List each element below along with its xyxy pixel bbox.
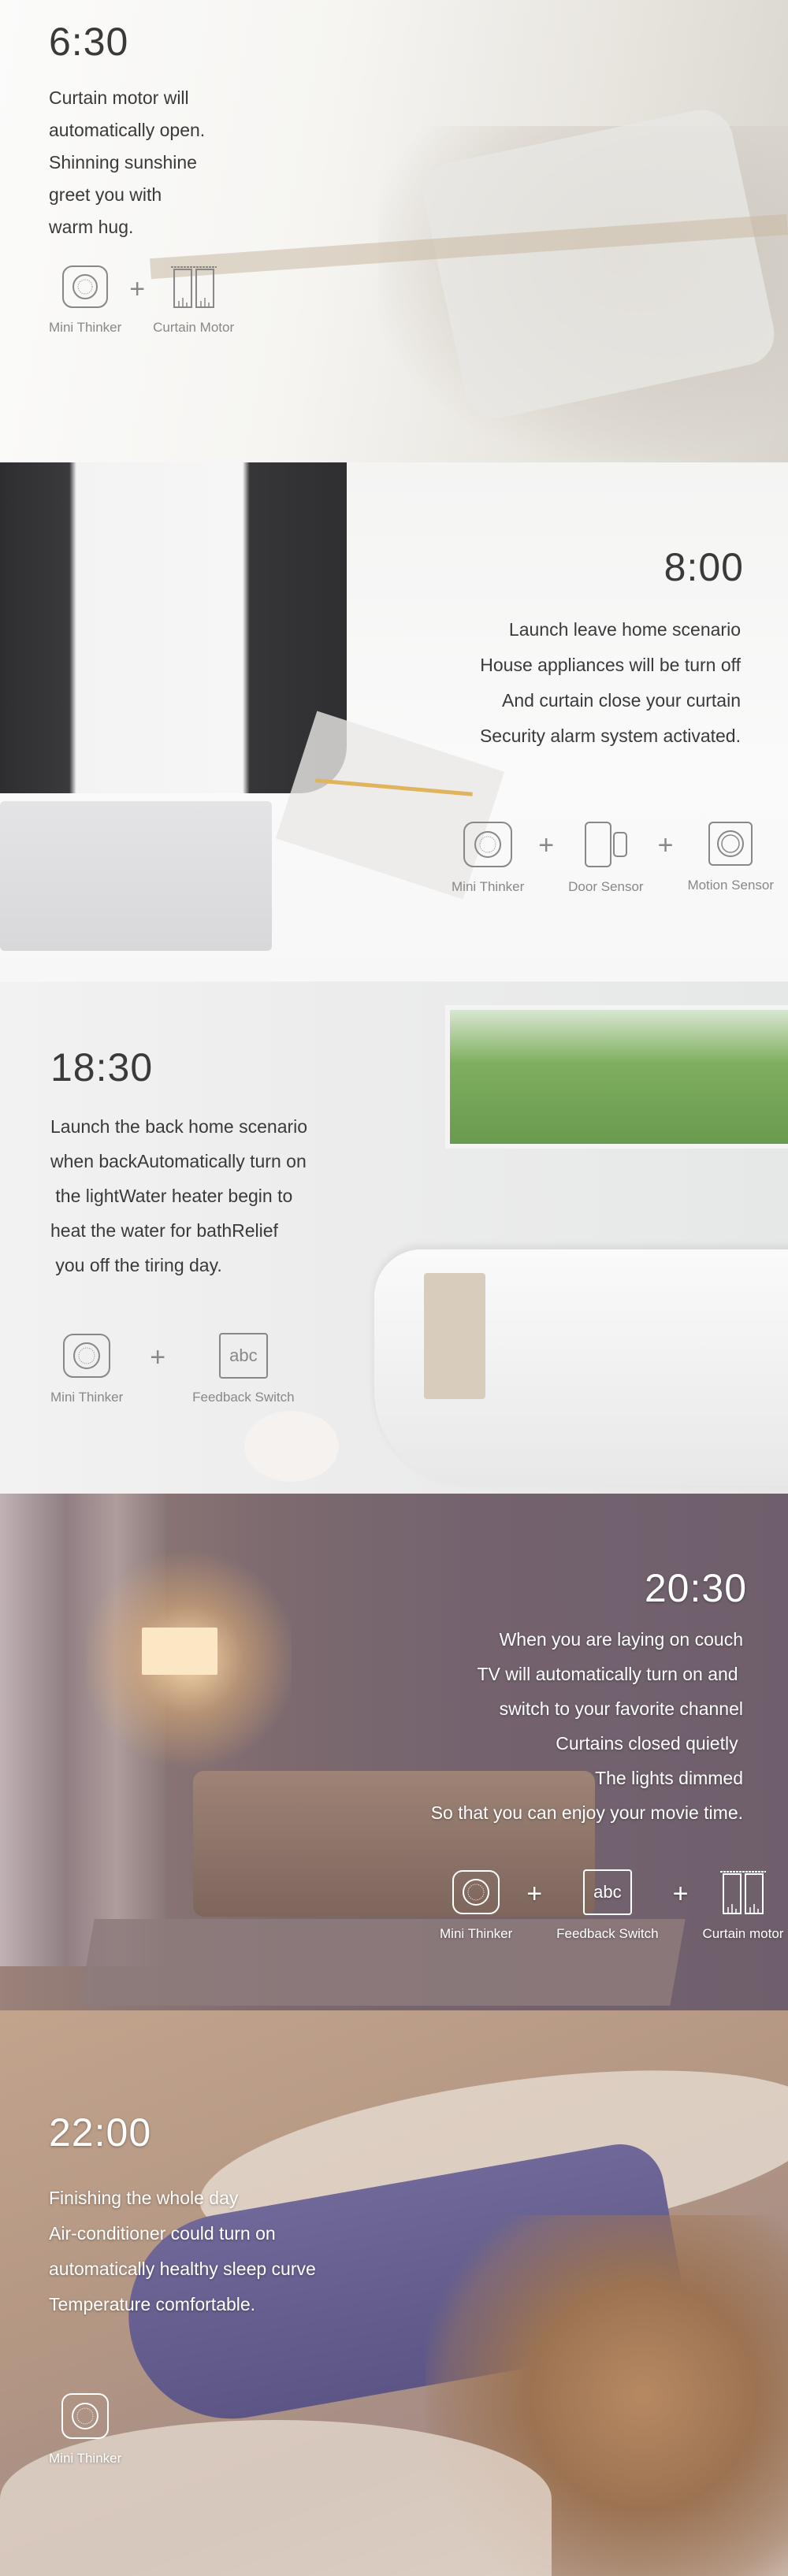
feedback-switch-icon: abc (582, 1869, 632, 1915)
scene-2030: 20:30 When you are laying on couch TV wil… (0, 1494, 788, 2010)
device-list: Mini Thinker + abc Feedback Switch + Cur… (440, 1869, 783, 1942)
description-line: The lights dimmed (595, 1768, 743, 1788)
plus-sign: + (538, 830, 555, 860)
scene-description: When you are laying on couch TV will auto… (431, 1622, 743, 1830)
device-label: Curtain motor (702, 1926, 784, 1941)
scene-1830: 18:30 Launch the back home scenario when … (0, 982, 788, 1494)
scene-time: 22:00 (49, 2110, 152, 2155)
motion-sensor-icon (708, 822, 753, 866)
description-line: you off the tiring day. (50, 1255, 222, 1275)
floor-lamp-image (142, 1628, 217, 1675)
device-label: Feedback Switch (192, 1390, 295, 1405)
device-label: Mini Thinker (50, 1390, 124, 1405)
description-line: greet you with (49, 184, 162, 205)
device-mini-thinker: Mini Thinker (49, 2392, 121, 2467)
description-line: Curtain motor will (49, 87, 189, 108)
description-line: TV will automatically turn on and (477, 1664, 743, 1684)
device-mini-thinker: Mini Thinker (452, 821, 524, 895)
device-label: Mini Thinker (452, 879, 525, 894)
device-feedback-switch: abc Feedback Switch (556, 1869, 659, 1942)
scene-time: 8:00 (663, 545, 744, 589)
scene-time: 20:30 (644, 1566, 747, 1610)
mini-thinker-icon (63, 1334, 111, 1378)
description-line: when backAutomatically turn on (50, 1151, 307, 1171)
scene-description: Finishing the whole day Air-conditioner c… (49, 2181, 316, 2322)
description-line: the lightWater heater begin to (50, 1186, 293, 1206)
plus-sign: + (672, 1879, 689, 1909)
description-line: heat the water for bathRelief (50, 1220, 278, 1241)
description-line: And curtain close your curtain (502, 690, 741, 711)
device-mini-thinker: Mini Thinker (440, 1869, 512, 1942)
device-label: Mini Thinker (440, 1926, 513, 1941)
teddy-bear-image (244, 1411, 339, 1482)
laptop-image (0, 801, 272, 951)
curtain-motor-icon (719, 1871, 766, 1914)
description-line: warm hug. (49, 217, 134, 237)
device-list: Mini Thinker + abc Feedback Switch (50, 1333, 295, 1405)
device-label: Feedback Switch (556, 1926, 659, 1941)
device-list: Mini Thinker + Curtain Motor (49, 265, 234, 336)
description-line: When you are laying on couch (499, 1629, 743, 1650)
door-sensor-icon (584, 822, 627, 867)
device-feedback-switch: abc Feedback Switch (192, 1333, 295, 1405)
description-line: House appliances will be turn off (480, 655, 741, 675)
scene-time: 18:30 (50, 1045, 154, 1089)
description-line: So that you can enjoy your movie time. (430, 1802, 743, 1823)
mini-thinker-icon (62, 265, 109, 308)
device-label: Mini Thinker (49, 2451, 122, 2466)
description-line: switch to your favorite channel (499, 1698, 743, 1719)
scene-description: Curtain motor will automatically open. Shi… (49, 82, 205, 243)
scene-0800: 8:00 Launch leave home scenario House app… (0, 462, 788, 982)
mini-thinker-icon (452, 1870, 500, 1914)
device-curtain-motor: Curtain Motor (153, 265, 234, 336)
description-line: Launch the back home scenario (50, 1116, 308, 1137)
scene-0630: 6:30 Curtain motor will automatically ope… (0, 0, 788, 462)
plus-sign: + (526, 1879, 543, 1909)
plus-sign: + (150, 1342, 166, 1372)
description-line: Shinning sunshine (49, 152, 197, 173)
device-mini-thinker: Mini Thinker (49, 265, 121, 336)
device-label: Mini Thinker (49, 320, 122, 335)
description-line: Air-conditioner could turn on (49, 2223, 276, 2244)
description-line: Finishing the whole day (49, 2188, 239, 2208)
device-motion-sensor: Motion Sensor (687, 821, 774, 893)
device-mini-thinker: Mini Thinker (50, 1333, 123, 1405)
plus-sign: + (129, 274, 146, 304)
description-line: Temperature comfortable. (49, 2294, 256, 2314)
scene-description: Launch leave home scenario House applianc… (480, 612, 741, 754)
device-door-sensor: Door Sensor (568, 821, 644, 895)
scene-time: 6:30 (49, 20, 129, 64)
description-line: automatically healthy sleep curve (49, 2259, 316, 2279)
device-list: Mini Thinker (49, 2392, 121, 2467)
scene-2200: 22:00 Finishing the whole day Air-conditi… (0, 2010, 788, 2576)
description-line: Launch leave home scenario (508, 619, 741, 640)
person-image (0, 462, 347, 793)
curtain-motor-icon (170, 266, 217, 308)
device-curtain-motor: Curtain motor (702, 1869, 783, 1942)
plus-sign: + (657, 830, 674, 860)
device-list: Mini Thinker + Door Sensor + Motion Sens… (452, 821, 774, 895)
description-line: automatically open. (49, 120, 206, 140)
scene-description: Launch the back home scenario when backAu… (50, 1109, 307, 1282)
mini-thinker-icon (463, 822, 513, 867)
window-image (445, 1005, 788, 1149)
description-line: Curtains closed quietly (556, 1733, 743, 1754)
description-line: Security alarm system activated. (479, 726, 741, 746)
towel-image (424, 1273, 485, 1399)
device-label: Curtain Motor (153, 320, 235, 335)
feedback-switch-icon: abc (218, 1333, 268, 1379)
device-label: Motion Sensor (687, 878, 775, 893)
device-label: Door Sensor (568, 879, 644, 894)
mini-thinker-icon (61, 2393, 110, 2439)
